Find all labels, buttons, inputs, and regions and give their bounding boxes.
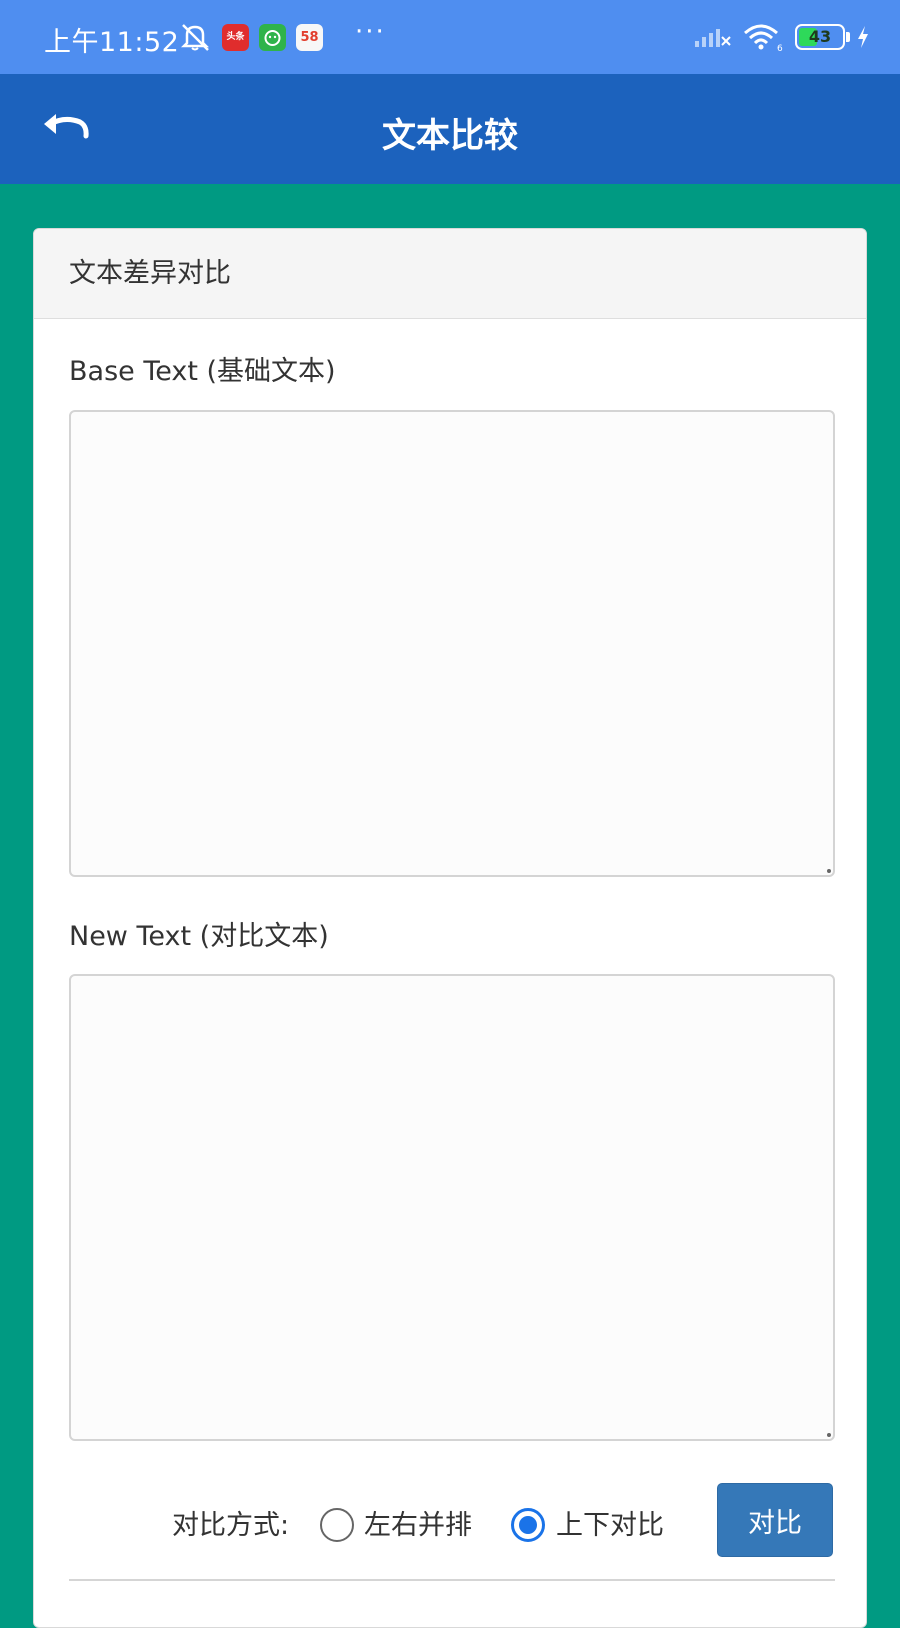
base-text-resize-handle[interactable] [827,869,831,873]
cat-app-icon [259,23,286,51]
status-right: 6 43 [693,22,870,52]
page-title: 文本比较 [382,116,518,156]
more-notifications-icon: ··· [355,17,386,47]
charging-bolt-icon [858,26,868,48]
divider [69,1579,835,1581]
new-text-resize-handle[interactable] [827,1433,831,1437]
toutiao-app-icon: 头条 [222,23,249,51]
app-bar: 文本比较 [0,74,900,184]
compare-mode-label: 对比方式: [172,1510,290,1541]
svg-text:6: 6 [777,44,783,52]
base-text-input[interactable] [69,410,835,877]
card-header: 文本差异对比 [34,229,866,319]
signal-off-icon [695,29,731,47]
radio-top-bottom-label[interactable]: 上下对比 [556,1503,664,1542]
battery-icon: 43 [795,24,845,50]
bell-off-icon [180,24,210,51]
app-58-icon: 58 [296,23,323,51]
text-diff-card: 文本差异对比 Base Text (基础文本) New Text (对比文本) … [33,228,867,1628]
compare-button[interactable]: 对比 [717,1483,833,1557]
compare-options-row: 对比方式: 左右并排 上下对比 对比 [34,1483,866,1563]
wifi-icon: 6 [744,24,783,52]
notification-icons: 头条 58 ··· [178,17,386,52]
status-time: 上午11:52 [44,27,180,58]
new-text-input[interactable] [69,974,835,1441]
radio-side-by-side-label[interactable]: 左右并排 [364,1503,472,1542]
radio-side-by-side[interactable] [320,1508,354,1542]
radio-top-bottom[interactable] [511,1508,545,1542]
new-text-label: New Text (对比文本) [69,921,329,952]
battery-level: 43 [808,27,832,46]
base-text-label: Base Text (基础文本) [69,356,336,387]
status-bar: 上午11:52 头条 58 ··· 6 43 [0,0,900,74]
battery-tip [846,32,850,42]
